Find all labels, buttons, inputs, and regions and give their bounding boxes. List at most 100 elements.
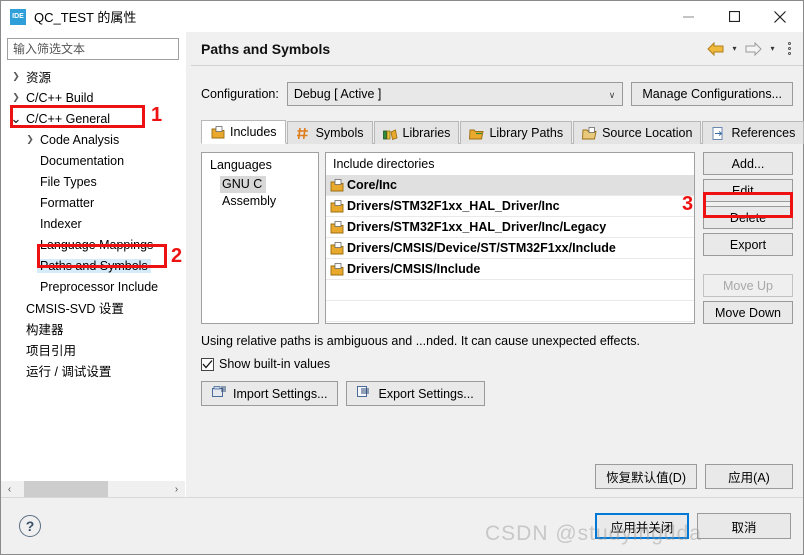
edit-button[interactable]: Edit... [703,179,793,202]
tab-references[interactable]: References [702,121,804,144]
tab-library-paths[interactable]: Library Paths [460,121,573,144]
language-row[interactable]: Assembly [202,193,318,210]
filter-container [1,32,185,64]
import-settings-icon [212,385,227,402]
dialog-body: ❯资源❯C/C++ Build⌄C/C++ General❯Code Analy… [1,32,804,498]
export-settings-button[interactable]: Export Settings... [346,381,485,406]
include-directory-label: Drivers/CMSIS/Include [347,262,481,276]
sidebar-item-label: 项目引用 [26,344,77,358]
sidebar-item-label: Code Analysis [40,132,120,147]
back-arrow-icon[interactable] [705,39,726,59]
forward-arrow-icon[interactable] [743,39,764,59]
sidebar-item-documentation[interactable]: Documentation [1,150,185,171]
button-group-gap [703,260,793,270]
export-settings-label: Export Settings... [378,386,474,401]
tab-label: Library Paths [489,126,564,140]
maximize-icon[interactable] [711,1,757,32]
tab-label: Source Location [602,126,693,140]
checkbox-label: Show built-in values [219,357,331,371]
include-directory-row[interactable]: Drivers/CMSIS/Include [326,259,694,280]
sidebar-item-[interactable]: 项目引用 [1,339,185,360]
folder-include-icon [330,262,347,276]
language-item-gnu-c[interactable]: GNU C [220,176,267,193]
lists-row: Languages GNU C Assembly Include director… [201,152,793,324]
tab-includes[interactable]: Includes [201,120,286,144]
scrollbar-thumb[interactable] [24,480,108,498]
include-directory-label: Drivers/STM32F1xx_HAL_Driver/Inc [347,199,560,213]
dialog-footer: ? 应用并关闭 取消 [1,497,803,554]
chevron-right-icon[interactable]: ❯ [23,135,37,144]
restore-defaults-button[interactable]: 恢复默认值(D) [595,464,697,489]
import-settings-label: Import Settings... [233,386,328,401]
move-down-button[interactable]: Move Down [703,301,793,324]
sidebar-item-[interactable]: 运行 / 调试设置 [1,360,185,381]
show-builtin-values-checkbox[interactable]: Show built-in values [201,357,793,371]
folder-include-icon [330,220,347,234]
folder-include-icon [330,241,347,255]
window-title: QC_TEST 的属性 [34,10,137,25]
cancel-button[interactable]: 取消 [697,513,791,539]
back-history-caret-icon[interactable]: ▾ [728,39,741,59]
minimize-icon[interactable] [665,1,711,32]
close-icon[interactable] [757,1,803,32]
tab-symbols[interactable]: Symbols [286,121,373,144]
configuration-dropdown[interactable]: Debug [ Active ] ∨ [286,82,624,106]
ide-app-icon: IDE [10,8,26,25]
sidebar-item-cmsis-svd[interactable]: CMSIS-SVD 设置 [1,297,185,318]
export-button[interactable]: Export [703,233,793,256]
chevron-down-icon[interactable]: ⌄ [9,112,23,125]
sidebar-item-file-types[interactable]: File Types [1,171,185,192]
include-directory-row[interactable]: Drivers/CMSIS/Device/ST/STM32F1xx/Includ… [326,238,694,259]
include-directories-title: Include directories [333,157,435,171]
scroll-left-icon[interactable]: ‹ [1,481,18,498]
settings-import-export-row: Import Settings... Export Settings... [201,381,793,406]
includes-icon [210,125,225,139]
apply-button[interactable]: 应用(A) [705,464,793,489]
forward-history-caret-icon[interactable]: ▾ [766,39,779,59]
help-icon[interactable]: ? [19,515,41,537]
sidebar-item-[interactable]: ❯ 资源 [1,66,185,87]
include-directory-row[interactable]: Drivers/STM32F1xx_HAL_Driver/Inc [326,196,694,217]
manage-configurations-button[interactable]: Manage Configurations... [631,82,793,106]
include-directories-list[interactable]: Include directories Core/Inc Drivers/STM3… [325,152,695,324]
language-item-assembly[interactable]: Assembly [220,193,280,210]
sidebar-item-label: CMSIS-SVD 设置 [26,302,124,316]
chevron-right-icon[interactable]: ❯ [9,72,23,81]
add-button[interactable]: Add... [703,152,793,175]
check-icon [202,359,213,368]
sidebar-item-label: 运行 / 调试设置 [26,365,112,379]
sidebar-item-preprocessor-include[interactable]: Preprocessor Include [1,276,185,297]
export-settings-icon [357,385,372,402]
include-directory-row[interactable]: Drivers/STM32F1xx_HAL_Driver/Inc/Legacy [326,217,694,238]
footer-buttons: 应用并关闭 取消 [595,513,791,539]
include-directory-row[interactable]: Core/Inc [326,175,694,196]
sidebar-item-paths-and-symbols[interactable]: Paths and Symbols [1,255,185,276]
sidebar-item-label: Indexer [40,216,82,231]
tab-libraries[interactable]: Libraries [373,121,460,144]
include-directory-empty-row [326,280,694,301]
chevron-right-icon[interactable]: ❯ [9,93,23,102]
chevron-down-icon: ∨ [608,89,616,100]
sidebar-item-formatter[interactable]: Formatter [1,192,185,213]
includes-tab-panel: Languages GNU C Assembly Include director… [201,144,793,464]
scroll-right-icon[interactable]: › [168,481,185,498]
sidebar-horizontal-scrollbar[interactable]: ‹ › [1,480,185,498]
folder-include-icon [330,199,347,213]
import-settings-button[interactable]: Import Settings... [201,381,339,406]
language-row[interactable]: GNU C [202,176,318,193]
filter-input[interactable] [7,38,179,60]
delete-button[interactable]: Delete [703,206,793,229]
sidebar-item-indexer[interactable]: Indexer [1,213,185,234]
checkbox-box[interactable] [201,357,214,371]
sidebar-item-label: Documentation [40,153,125,168]
view-menu-icon[interactable] [781,39,797,59]
sidebar-item-language-mappings[interactable]: Language Mappings [1,234,185,255]
sidebar-item-code-analysis[interactable]: ❯ Code Analysis [1,129,185,150]
libraries-icon [382,126,398,140]
include-directory-empty-row [326,301,694,322]
sidebar-item-[interactable]: 构建器 [1,318,185,339]
scrollbar-track[interactable] [18,480,168,498]
tab-source-location[interactable]: Source Location [573,121,702,144]
languages-list[interactable]: Languages GNU C Assembly [201,152,319,324]
apply-and-close-button[interactable]: 应用并关闭 [595,513,689,539]
